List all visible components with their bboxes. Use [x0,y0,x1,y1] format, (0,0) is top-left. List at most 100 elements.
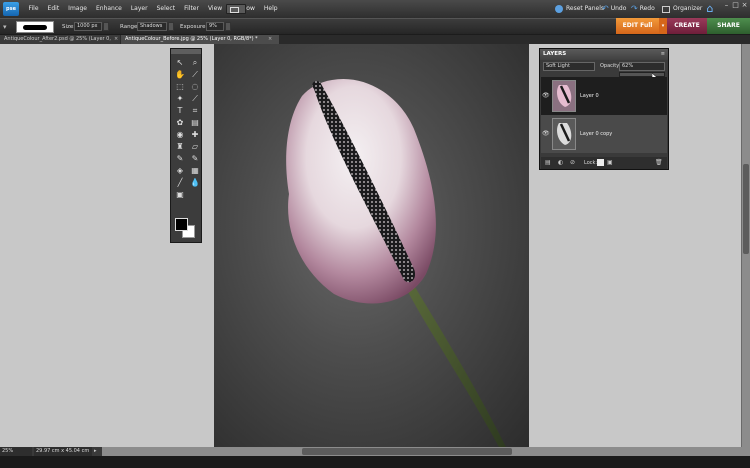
layer-row-layer-0-copy[interactable]: 👁 Layer 0 copy [541,115,667,153]
eyedropper-tool-icon[interactable]: ⟋ [189,69,201,80]
layers-panel-header[interactable]: LAYERS ≡ [540,49,668,60]
eraser-tool-icon[interactable]: ▱ [189,141,201,152]
vertical-scroll-thumb[interactable] [743,164,749,254]
undo-button[interactable]: ↶ Undo [602,0,626,18]
tab-edit[interactable]: EDIT Full [616,18,659,34]
opacity-field[interactable]: 62% [619,62,665,71]
red-eye-tool-icon[interactable]: ◉ [174,129,186,140]
toolbox: ↖ ⌕ ✋ ⟋ ⬚ ◌ ✦ ⟋ T ⌗ ✿ ▤ ◉ ✚ ♜ ▱ ✎ ✎ ◈ ▦ … [170,48,202,243]
lasso-tool-icon[interactable]: ◌ [189,81,201,92]
footer-strip [0,456,750,468]
straighten-tool-icon[interactable]: ▤ [189,117,201,128]
arrange-documents-button[interactable] [226,4,246,14]
exposure-arrow-icon[interactable] [225,22,231,31]
organizer-button[interactable]: Organizer [662,0,702,18]
zoom-level-field[interactable]: 25% [0,447,32,456]
layer-thumbnail-image [557,123,572,145]
menu-edit[interactable]: Edit [43,0,64,18]
range-arrow-icon[interactable] [168,22,174,31]
layer-row-layer-0[interactable]: 👁 Layer 0 [541,77,667,115]
exposure-field[interactable]: 9% [206,22,224,31]
magic-wand-tool-icon[interactable]: ✦ [174,93,186,104]
healing-brush-tool-icon[interactable]: ✚ [189,129,201,140]
reset-panels-label: Reset Panels [566,5,604,12]
new-layer-icon[interactable]: ▤ [545,159,552,166]
redo-label: Redo [639,5,655,12]
layers-panel-title: LAYERS [543,51,567,57]
menu-layer[interactable]: Layer [126,0,152,18]
menu-bar: pse File Edit Image Enhance Layer Select… [0,0,750,18]
panel-menu-icon[interactable]: ≡ [661,49,665,60]
color-swatches [175,215,197,239]
hand-tool-icon[interactable]: ✋ [174,69,186,80]
redo-button[interactable]: ↷ Redo [631,0,655,18]
document-tab-2[interactable]: AntiqueColour_Before.jpg @ 25% (Layer 0,… [121,35,279,44]
smart-brush-tool-icon[interactable]: ✎ [189,153,201,164]
undo-label: Undo [610,5,627,12]
sponge-tool-icon[interactable]: ▣ [174,189,186,200]
marquee-tool-icon[interactable]: ⬚ [174,81,186,92]
eye-icon[interactable]: 👁 [542,130,550,138]
menu-enhance[interactable]: Enhance [91,0,126,18]
custom-shape-tool-icon[interactable]: ╱ [174,177,186,188]
reset-panels-button[interactable]: Reset Panels [555,0,604,18]
horizontal-scroll-thumb[interactable] [302,448,512,455]
foreground-color-swatch[interactable] [175,218,188,231]
document-tabs: AntiqueColour_After2.psd @ 25% (Layer 0,… [0,35,750,51]
document-tab-1[interactable]: AntiqueColour_After2.psd @ 25% (Layer 0,… [0,35,120,51]
crop-tool-icon[interactable]: ⌗ [189,105,201,116]
link-layers-icon[interactable]: ⊘ [570,159,577,166]
range-select[interactable]: Shadows [137,22,167,31]
blend-mode-select[interactable]: Soft Light [543,62,595,71]
eye-icon[interactable]: 👁 [542,92,550,100]
delete-layer-icon[interactable]: 🗑 [655,159,663,166]
lock-label: Lock: [584,160,598,166]
menu-help[interactable]: Help [259,0,282,18]
app-logo: pse [3,2,19,16]
tab-create[interactable]: CREATE [667,18,707,34]
adjustment-layer-icon[interactable]: ◐ [558,159,565,166]
gradient-tool-icon[interactable]: ▦ [189,165,201,176]
menu-file[interactable]: File [24,0,43,18]
close-tab-icon[interactable]: × [268,35,272,44]
menu-image[interactable]: Image [64,0,92,18]
paint-bucket-tool-icon[interactable]: ◈ [174,165,186,176]
size-arrow-icon[interactable] [103,22,109,31]
brush-preset-picker[interactable] [16,21,54,33]
lock-transparency-icon[interactable] [597,159,604,166]
blur-tool-icon[interactable]: 💧 [189,177,201,188]
cookie-cutter-tool-icon[interactable]: ✿ [174,117,186,128]
menu-select[interactable]: Select [152,0,180,18]
vertical-scrollbar[interactable] [741,44,750,447]
edit-dropdown-icon[interactable]: ▾ [659,18,667,34]
burn-tool-icon[interactable]: ▾ [3,23,13,31]
layer-thumbnail [552,80,576,112]
layers-panel: LAYERS ≡ Soft Light Opacity: 62% 👁 Layer… [539,48,669,170]
menu-view[interactable]: View [203,0,226,18]
layer-thumbnail-image [557,85,572,107]
image-canvas[interactable] [214,44,529,447]
undo-icon: ↶ [602,4,609,13]
layers-panel-footer: ▤ ◐ ⊘ Lock: ▣ 🗑 [541,157,667,169]
close-icon[interactable]: × [740,1,749,9]
clone-stamp-tool-icon[interactable]: ♜ [174,141,186,152]
empty-slot [189,189,201,200]
menu-filter[interactable]: Filter [180,0,204,18]
home-icon[interactable]: ⌂ [703,2,717,16]
type-tool-icon[interactable]: T [174,105,186,116]
status-bar: 25% 29.97 cm x 45.04 cm (240 ppi) ▸ [0,447,750,468]
maximize-icon[interactable]: □ [731,1,740,9]
selection-brush-tool-icon[interactable]: ⟋ [189,93,201,104]
tab-share[interactable]: SHARE [707,18,750,34]
brush-tool-icon[interactable]: ✎ [174,153,186,164]
horizontal-scrollbar[interactable] [102,447,750,456]
minimize-icon[interactable]: – [722,1,731,9]
size-field[interactable]: 1000 px [74,22,102,31]
close-tab-icon[interactable]: × [114,35,118,44]
lock-all-icon[interactable]: ▣ [607,159,614,166]
info-menu-arrow-icon[interactable]: ▸ [94,448,100,455]
zoom-tool-icon[interactable]: ⌕ [189,57,201,68]
move-tool-icon[interactable]: ↖ [174,57,186,68]
reset-panels-icon [555,5,563,13]
document-info: 29.97 cm x 45.04 cm (240 ppi) [34,447,92,463]
